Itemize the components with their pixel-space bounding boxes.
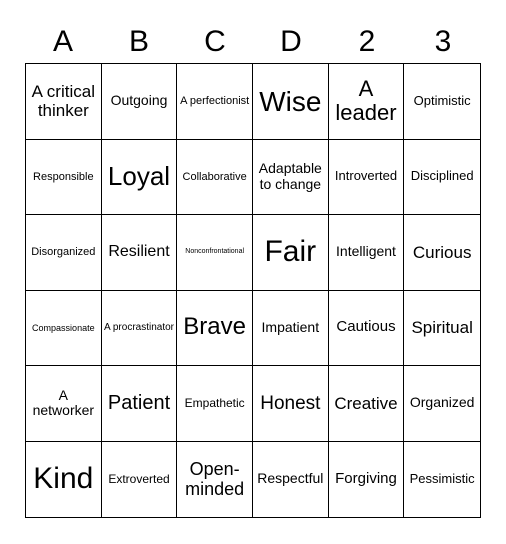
column-header: A xyxy=(52,25,73,58)
column-header: 3 xyxy=(434,25,452,58)
column-header: D xyxy=(280,25,302,58)
bingo-cell: Extroverted xyxy=(102,441,178,517)
bingo-cell: Kind xyxy=(26,441,102,517)
bingo-grid: A critical thinker Outgoing A perfectionis… xyxy=(25,63,481,518)
bingo-cell: A leader xyxy=(328,64,405,140)
bingo-cell: Collaborative xyxy=(177,139,253,215)
bingo-cell: A perfectionist xyxy=(177,64,253,140)
column-header: 2 xyxy=(358,25,376,58)
bingo-cell: Resilient xyxy=(101,215,178,291)
bingo-cell: Responsible xyxy=(26,139,102,215)
bingo-cell: Compassionate xyxy=(26,290,102,366)
bingo-cell: Disciplined xyxy=(404,140,480,215)
bingo-cell: A networker xyxy=(26,366,102,442)
bingo-cell: Patient xyxy=(101,366,178,442)
bingo-header: A B C D 2 3 xyxy=(25,22,481,62)
bingo-cell: Pessimistic xyxy=(409,470,475,486)
bingo-cell: Spiritual xyxy=(404,291,480,366)
bingo-cell: Honest xyxy=(252,366,329,442)
bingo-cell: Outgoing xyxy=(101,64,178,140)
bingo-cell: A procrastinator xyxy=(101,290,178,366)
bingo-cell: Empathetic xyxy=(177,366,253,442)
bingo-cell: Brave xyxy=(177,290,253,366)
bingo-cell: Creative xyxy=(328,366,405,442)
bingo-cell: Impatient xyxy=(252,290,329,366)
bingo-cell: Disorganized xyxy=(26,215,102,291)
bingo-cell: Curious xyxy=(404,215,480,291)
column-header: C xyxy=(204,25,226,58)
bingo-cell: Nonconfrontational xyxy=(177,215,253,291)
bingo-cell: Optimistic xyxy=(404,64,480,140)
bingo-cell: Wise xyxy=(252,64,329,140)
bingo-cell: Organized xyxy=(404,366,480,442)
bingo-cell: Intelligent xyxy=(328,215,405,291)
bingo-cell: A critical thinker xyxy=(26,64,102,140)
bingo-cell: Fair xyxy=(252,215,329,291)
bingo-cell: Adaptable to change xyxy=(252,139,329,215)
bingo-cell: Forgiving xyxy=(329,441,405,517)
column-header: B xyxy=(128,25,149,58)
bingo-cell: Introverted xyxy=(328,139,405,215)
bingo-cell: Cautious xyxy=(328,290,405,366)
bingo-cell: Open-minded xyxy=(177,441,253,517)
bingo-cell: Loyal xyxy=(101,139,178,215)
bingo-cell: Respectful xyxy=(253,441,329,517)
